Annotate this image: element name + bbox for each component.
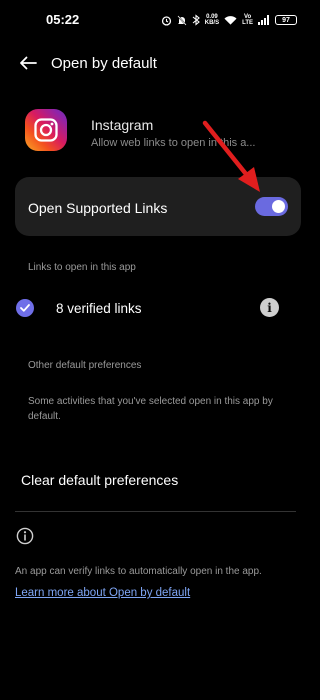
- divider: [15, 511, 296, 512]
- open-supported-links-toggle[interactable]: [255, 197, 288, 216]
- app-name: Instagram: [91, 117, 154, 133]
- info-icon[interactable]: i: [260, 298, 279, 317]
- info-outline-icon: [16, 527, 34, 545]
- net-speed: 0.09 KB/S: [204, 14, 220, 26]
- other-preferences-description: Some activities that you've selected ope…: [28, 396, 273, 422]
- clear-default-preferences-button[interactable]: Clear default preferences: [21, 472, 178, 488]
- links-section-header: Links to open in this app: [28, 262, 136, 273]
- toggle-knob: [272, 200, 285, 213]
- check-circle-icon: [16, 299, 34, 317]
- instagram-icon: [25, 109, 67, 151]
- battery-icon: 97: [275, 15, 297, 25]
- back-arrow-icon: [20, 56, 37, 70]
- footer-description: An app can verify links to automatically…: [15, 566, 262, 577]
- status-bar: 05:22 0.09 KB/S Vo LTE 97: [0, 0, 315, 38]
- verified-links-label[interactable]: 8 verified links: [56, 301, 142, 316]
- volte-indicator: Vo LTE: [242, 14, 253, 26]
- open-supported-links-label: Open Supported Links: [28, 200, 168, 216]
- learn-more-link[interactable]: Learn more about Open by default: [15, 587, 190, 599]
- status-time: 05:22: [46, 12, 80, 27]
- other-preferences-header: Other default preferences: [28, 360, 142, 371]
- red-annotation-arrow: [202, 120, 260, 192]
- alarm-icon: [161, 15, 171, 26]
- wifi-icon: [224, 15, 237, 25]
- page-title: Open by default: [51, 55, 157, 72]
- mute-icon: [177, 14, 187, 26]
- signal-icon: [258, 15, 269, 25]
- back-button[interactable]: [16, 52, 40, 74]
- status-icons: 0.09 KB/S Vo LTE 97: [161, 12, 297, 28]
- bluetooth-icon: [192, 14, 200, 26]
